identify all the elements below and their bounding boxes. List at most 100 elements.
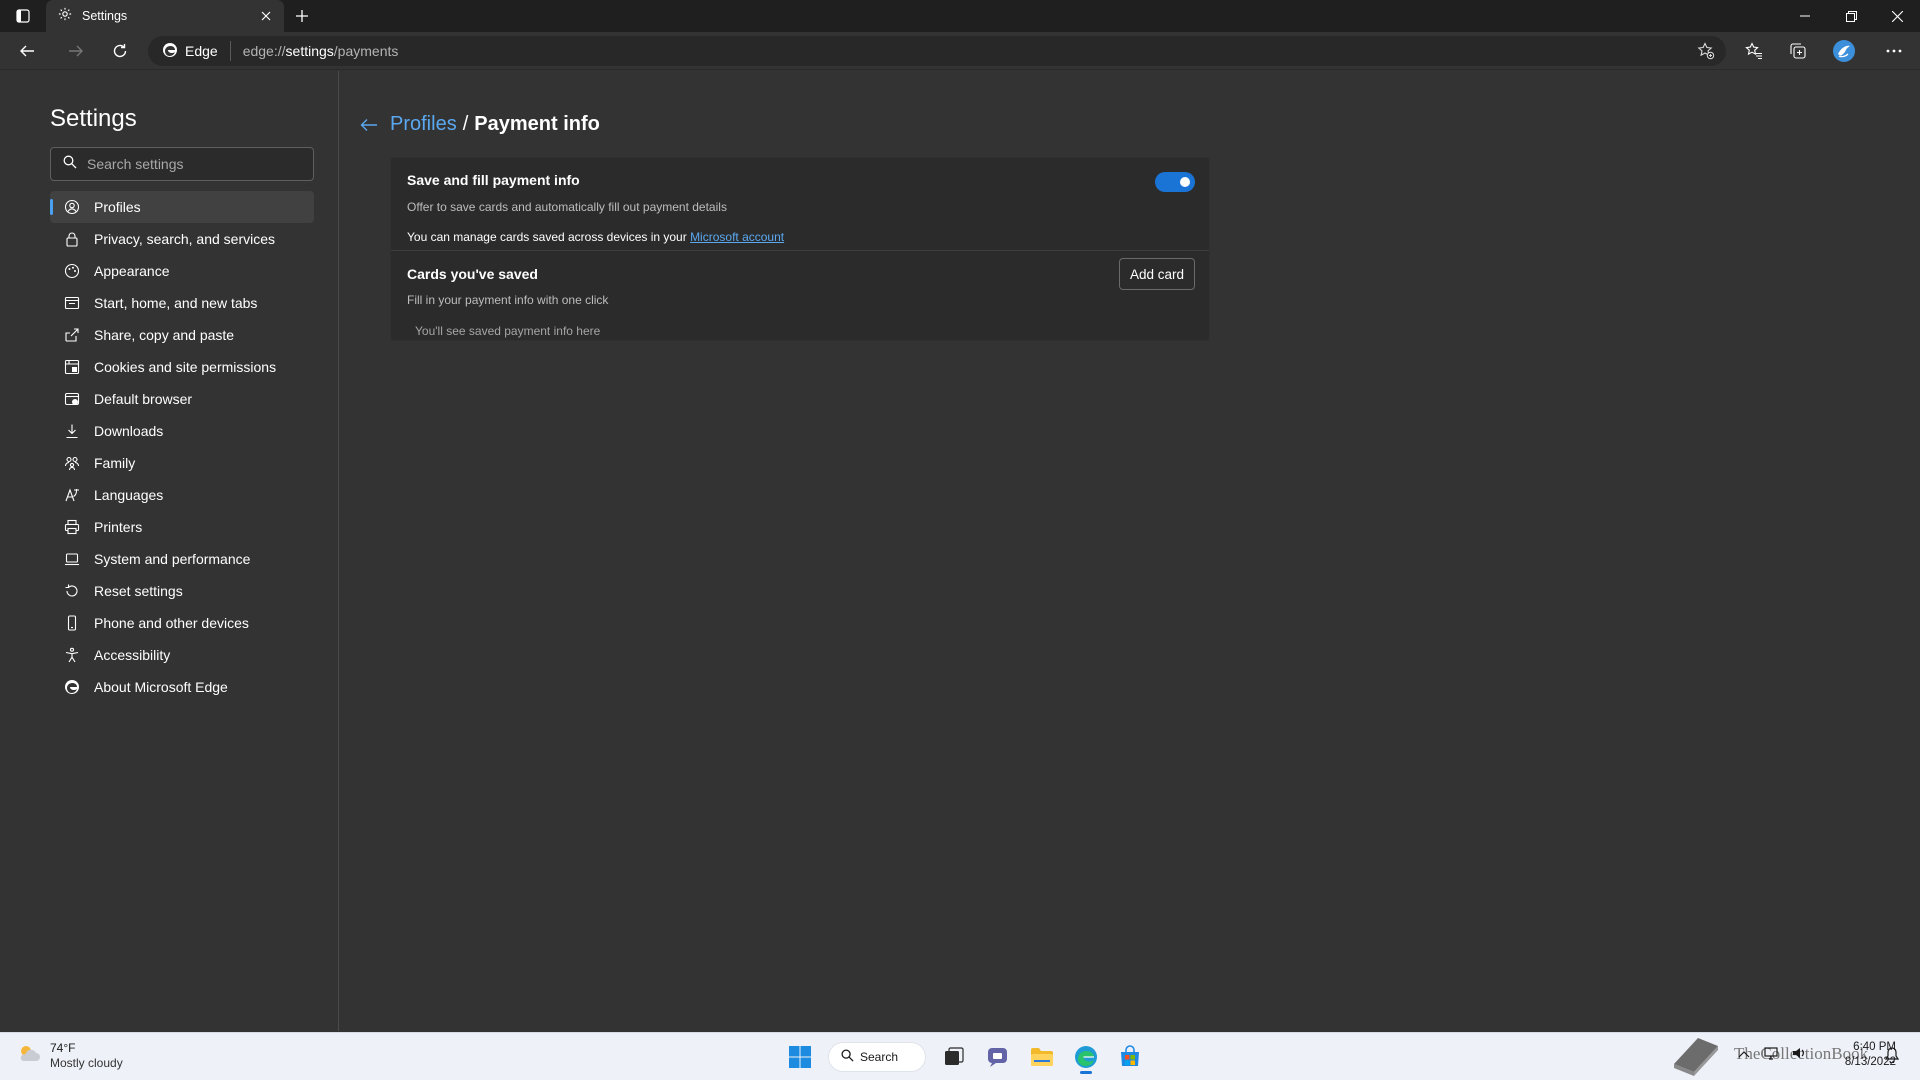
home-tabs-icon [64,295,80,311]
sidebar-item-label: Downloads [94,423,164,439]
taskbar-search[interactable]: Search [828,1042,926,1072]
tab-actions-icon[interactable] [0,0,46,32]
sidebar-item-reset-settings[interactable]: Reset settings [50,575,314,607]
windows-start-icon[interactable] [780,1039,820,1075]
sidebar-item-label: Cookies and site permissions [94,359,277,375]
settings-title: Settings [50,105,137,132]
sidebar-item-label: Printers [94,519,143,535]
browser-icon [64,391,80,407]
weather-widget[interactable]: 74°F Mostly cloudy [16,1041,123,1071]
taskbar-search-label: Search [860,1050,899,1064]
back-icon[interactable] [0,32,54,70]
close-window-icon[interactable] [1874,0,1920,32]
sidebar-item-accessibility[interactable]: Accessibility [50,639,314,671]
sidebar-item-languages[interactable]: Languages [50,479,314,511]
edge-icon [64,679,80,695]
back-arrow-icon[interactable] [358,114,380,136]
tab-settings[interactable]: Settings [46,0,284,32]
minimize-icon[interactable] [1782,0,1828,32]
family-icon [64,455,80,471]
favorites-icon[interactable] [1732,32,1776,70]
site-identity[interactable]: Edge [148,41,231,61]
edge-taskbar-icon[interactable] [1066,1039,1106,1075]
search-settings-box[interactable] [50,147,314,181]
chevron-up-icon[interactable] [1738,1046,1750,1065]
sidebar-item-default-browser[interactable]: Default browser [50,383,314,415]
sidebar-item-label: System and performance [94,551,251,567]
sidebar-item-label: Profiles [94,199,141,215]
notification-bell-icon[interactable] [1884,1047,1900,1068]
add-favorite-icon[interactable] [1696,41,1716,61]
sidebar-item-appearance[interactable]: Appearance [50,255,314,287]
sidebar-item-privacy-search-and-services[interactable]: Privacy, search, and services [50,223,314,255]
microsoft-account-link[interactable]: Microsoft account [690,230,784,244]
sidebar-item-printers[interactable]: Printers [50,511,314,543]
more-menu-icon[interactable] [1868,32,1920,70]
toolbar-right [1732,32,1920,70]
address-bar[interactable]: Edge edge://settings/payments [148,36,1726,66]
sidebar-item-phone-and-other-devices[interactable]: Phone and other devices [50,607,314,639]
divider [391,250,1209,251]
languages-icon [64,487,80,503]
weather-condition: Mostly cloudy [50,1056,123,1070]
refresh-icon[interactable] [98,32,142,70]
share-icon [64,327,80,343]
weather-temp: 74°F [50,1041,76,1055]
page-title: Payment info [474,113,600,135]
reset-icon [64,583,80,599]
sidebar-item-profiles[interactable]: Profiles [50,191,314,223]
profile-icon [64,199,80,215]
sidebar-item-label: About Microsoft Edge [94,679,228,695]
network-icon[interactable] [1764,1046,1778,1065]
collections-icon[interactable] [1776,32,1820,70]
save-fill-description: Offer to save cards and automatically fi… [407,200,727,214]
breadcrumb-separator: / [462,113,469,135]
forward-icon[interactable] [54,32,98,70]
browser-toolbar: Edge edge://settings/payments [0,32,1920,70]
search-icon [63,155,77,174]
taskbar-apps: Search [778,1039,1152,1075]
sidebar-item-system-and-performance[interactable]: System and performance [50,543,314,575]
sidebar-item-cookies-and-site-permissions[interactable]: Cookies and site permissions [50,351,314,383]
accessibility-icon [64,647,80,663]
manage-cards-text: You can manage cards saved across device… [407,230,785,244]
sidebar-item-downloads[interactable]: Downloads [50,415,314,447]
breadcrumb-profiles-link[interactable]: Profiles [390,113,457,136]
volume-icon[interactable] [1792,1046,1806,1065]
sidebar-item-about-microsoft-edge[interactable]: About Microsoft Edge [50,671,314,703]
laptop-icon [64,551,80,567]
window-controls [1782,0,1920,32]
new-tab-button[interactable] [284,0,320,32]
site-name: Edge [185,43,218,59]
sidebar-item-label: Family [94,455,136,471]
taskbar-search-icon [841,1049,854,1065]
microsoft-store-icon[interactable] [1110,1039,1150,1075]
sidebar-item-family[interactable]: Family [50,447,314,479]
sidebar-item-label: Default browser [94,391,193,407]
phone-icon [64,615,80,631]
cookies-icon [64,359,80,375]
printer-icon [64,519,80,535]
save-fill-toggle[interactable] [1155,172,1195,192]
url-text[interactable]: edge://settings/payments [243,43,399,59]
system-tray [1738,1046,1806,1065]
taskbar: 74°F Mostly cloudy Search [0,1032,1920,1080]
sidebar-item-label: Privacy, search, and services [94,231,276,247]
sidebar-item-share-copy-and-paste[interactable]: Share, copy and paste [50,319,314,351]
file-explorer-icon[interactable] [1022,1039,1062,1075]
sidebar-item-label: Languages [94,487,164,503]
add-card-button[interactable]: Add card [1119,258,1195,290]
tab-strip: Settings [0,0,1920,32]
restore-icon[interactable] [1828,0,1874,32]
breadcrumb: Profiles / Payment info [358,113,600,136]
search-settings-input[interactable] [87,156,307,172]
teams-chat-icon[interactable] [978,1039,1018,1075]
close-tab-icon[interactable] [258,8,274,24]
profile-avatar-icon[interactable] [1820,32,1868,70]
task-view-icon[interactable] [934,1039,974,1075]
sidebar-item-label: Accessibility [94,647,171,663]
lock-icon [64,231,80,247]
payment-info-card: Save and fill payment info Offer to save… [390,157,1210,341]
edge-icon [162,42,178,61]
sidebar-item-start-home-and-new-tabs[interactable]: Start, home, and new tabs [50,287,314,319]
